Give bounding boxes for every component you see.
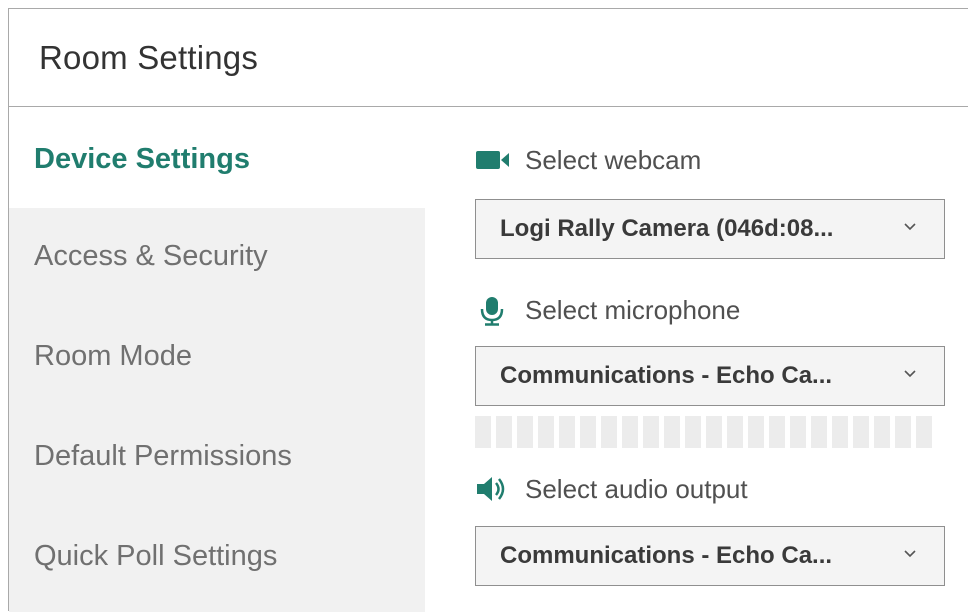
microphone-select-value: Communications - Echo Ca...: [500, 362, 833, 389]
meter-segment: [916, 416, 932, 448]
microphone-select[interactable]: Communications - Echo Ca...: [475, 346, 945, 406]
audio-output-select[interactable]: Communications - Echo Ca...: [475, 526, 945, 586]
microphone-level-meter: [475, 416, 945, 448]
webcam-select-value: Logi Rally Camera (046d:08...: [500, 215, 834, 242]
settings-sidebar: Device Settings Access & Security Room M…: [9, 107, 425, 612]
dialog-title: Room Settings: [39, 39, 259, 76]
sidebar-item-device-settings[interactable]: Device Settings: [9, 107, 425, 208]
meter-segment: [559, 416, 575, 448]
dialog-header: Room Settings: [9, 9, 968, 107]
sidebar-item-access-security[interactable]: Access & Security: [9, 208, 425, 308]
meter-segment: [874, 416, 890, 448]
chevron-down-icon: [904, 223, 916, 231]
audio-output-label: Select audio output: [525, 473, 748, 504]
meter-segment: [727, 416, 743, 448]
room-settings-dialog: Room Settings Device Settings Access & S…: [8, 8, 968, 612]
meter-segment: [601, 416, 617, 448]
microphone-label-row: Select microphone: [475, 294, 741, 326]
sidebar-item-default-permissions[interactable]: Default Permissions: [9, 408, 425, 508]
meter-segment: [475, 416, 491, 448]
meter-segment: [895, 416, 911, 448]
meter-segment: [496, 416, 512, 448]
webcam-label: Select webcam: [525, 144, 702, 175]
meter-segment: [643, 416, 659, 448]
webcam-label-row: Select webcam: [475, 145, 701, 175]
meter-segment: [853, 416, 869, 448]
microphone-icon: [475, 296, 511, 326]
meter-segment: [811, 416, 827, 448]
meter-segment: [685, 416, 701, 448]
meter-segment: [622, 416, 638, 448]
sidebar-item-label: Default Permissions: [34, 440, 292, 472]
chevron-down-icon: [904, 550, 916, 558]
speaker-icon: [475, 475, 511, 503]
sidebar-item-label: Access & Security: [34, 240, 268, 272]
meter-segment: [706, 416, 722, 448]
webcam-select[interactable]: Logi Rally Camera (046d:08...: [475, 199, 945, 259]
audio-output-select-value: Communications - Echo Ca...: [500, 542, 833, 569]
sidebar-inactive-group: Access & Security Room Mode Default Perm…: [9, 208, 425, 612]
sidebar-item-label: Room Mode: [34, 340, 192, 372]
meter-segment: [580, 416, 596, 448]
microphone-label: Select microphone: [525, 294, 741, 325]
sidebar-item-quick-poll-settings[interactable]: Quick Poll Settings: [9, 508, 425, 608]
meter-segment: [748, 416, 764, 448]
meter-segment: [664, 416, 680, 448]
video-camera-icon: [475, 146, 511, 174]
sidebar-item-label: Device Settings: [34, 143, 250, 175]
meter-segment: [769, 416, 785, 448]
meter-segment: [832, 416, 848, 448]
meter-segment: [517, 416, 533, 448]
meter-segment: [538, 416, 554, 448]
sidebar-item-room-mode[interactable]: Room Mode: [9, 308, 425, 408]
sidebar-item-label: Quick Poll Settings: [34, 540, 278, 572]
chevron-down-icon: [904, 370, 916, 378]
audio-output-label-row: Select audio output: [475, 474, 748, 504]
meter-segment: [790, 416, 806, 448]
